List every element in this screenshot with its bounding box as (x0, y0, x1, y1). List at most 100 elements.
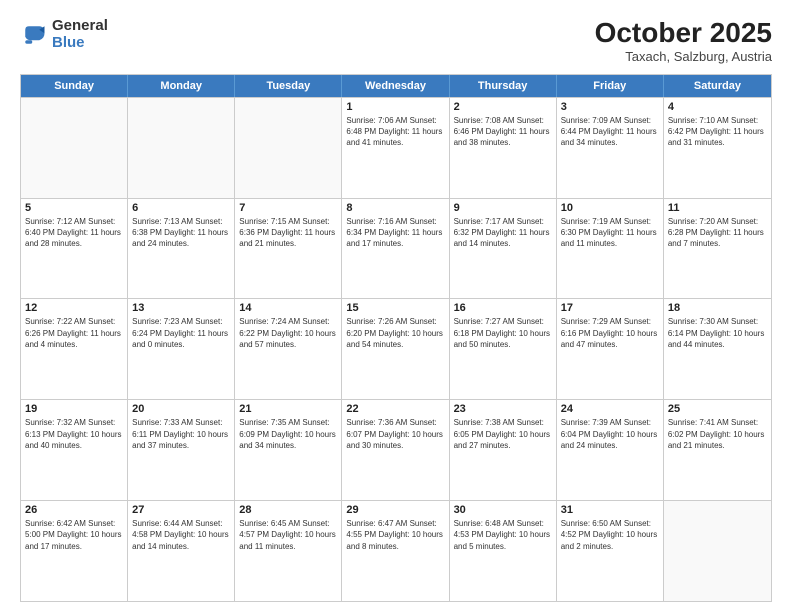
calendar-cell: 9 Sunrise: 7:17 AM Sunset: 6:32 PM Daylig… (450, 199, 557, 299)
calendar-cell (664, 501, 771, 601)
header: General Blue October 2025 Taxach, Salzbu… (20, 18, 772, 64)
day-info: Sunrise: 6:44 AM Sunset: 4:58 PM Dayligh… (132, 518, 230, 552)
calendar-cell: 25 Sunrise: 7:41 AM Sunset: 6:02 PM Dayli… (664, 400, 771, 500)
calendar-cell: 15 Sunrise: 7:26 AM Sunset: 6:20 PM Dayli… (342, 299, 449, 399)
calendar-cell: 12Sunrise: 7:22 AM Sunset: 6:26 PM Dayli… (21, 299, 128, 399)
calendar-cell: 5 Sunrise: 7:12 AM Sunset: 6:40 PM Daylig… (21, 199, 128, 299)
day-info: Sunrise: 7:39 AM Sunset: 6:04 PM Dayligh… (561, 417, 659, 451)
calendar-cell: 22 Sunrise: 7:36 AM Sunset: 6:07 PM Dayli… (342, 400, 449, 500)
calendar: Sunday Monday Tuesday Wednesday Thursday… (20, 74, 772, 602)
day-number: 11 (668, 202, 767, 214)
calendar-cell: 13 Sunrise: 7:23 AM Sunset: 6:24 PM Dayli… (128, 299, 235, 399)
day-number: 8 (346, 202, 444, 214)
day-number: 5 (25, 202, 123, 214)
header-monday: Monday (128, 75, 235, 97)
calendar-row-1: 5 Sunrise: 7:12 AM Sunset: 6:40 PM Daylig… (21, 198, 771, 299)
calendar-cell: 10Sunrise: 7:19 AM Sunset: 6:30 PM Dayli… (557, 199, 664, 299)
day-number: 13 (132, 302, 230, 314)
day-info: Sunrise: 6:50 AM Sunset: 4:52 PM Dayligh… (561, 518, 659, 552)
day-info: Sunrise: 7:41 AM Sunset: 6:02 PM Dayligh… (668, 417, 767, 451)
header-saturday: Saturday (664, 75, 771, 97)
calendar-cell (235, 98, 342, 198)
day-number: 1 (346, 101, 444, 113)
calendar-header: Sunday Monday Tuesday Wednesday Thursday… (21, 75, 771, 97)
title-block: October 2025 Taxach, Salzburg, Austria (595, 18, 772, 64)
day-info: Sunrise: 7:16 AM Sunset: 6:34 PM Dayligh… (346, 216, 444, 250)
calendar-cell: 28 Sunrise: 6:45 AM Sunset: 4:57 PM Dayli… (235, 501, 342, 601)
day-number: 9 (454, 202, 552, 214)
calendar-cell: 16Sunrise: 7:27 AM Sunset: 6:18 PM Dayli… (450, 299, 557, 399)
month-title: October 2025 (595, 18, 772, 49)
calendar-cell: 2Sunrise: 7:08 AM Sunset: 6:46 PM Daylig… (450, 98, 557, 198)
day-info: Sunrise: 6:48 AM Sunset: 4:53 PM Dayligh… (454, 518, 552, 552)
calendar-cell: 6 Sunrise: 7:13 AM Sunset: 6:38 PM Daylig… (128, 199, 235, 299)
calendar-cell: 8 Sunrise: 7:16 AM Sunset: 6:34 PM Daylig… (342, 199, 449, 299)
day-info: Sunrise: 7:12 AM Sunset: 6:40 PM Dayligh… (25, 216, 123, 250)
calendar-row-2: 12Sunrise: 7:22 AM Sunset: 6:26 PM Dayli… (21, 298, 771, 399)
day-number: 17 (561, 302, 659, 314)
calendar-row-3: 19Sunrise: 7:32 AM Sunset: 6:13 PM Dayli… (21, 399, 771, 500)
day-info: Sunrise: 7:29 AM Sunset: 6:16 PM Dayligh… (561, 316, 659, 350)
day-info: Sunrise: 7:13 AM Sunset: 6:38 PM Dayligh… (132, 216, 230, 250)
calendar-cell: 26 Sunrise: 6:42 AM Sunset: 5:00 PM Dayli… (21, 501, 128, 601)
day-info: Sunrise: 7:35 AM Sunset: 6:09 PM Dayligh… (239, 417, 337, 451)
day-number: 18 (668, 302, 767, 314)
calendar-row-0: 1Sunrise: 7:06 AM Sunset: 6:48 PM Daylig… (21, 97, 771, 198)
day-number: 6 (132, 202, 230, 214)
header-sunday: Sunday (21, 75, 128, 97)
day-info: Sunrise: 7:33 AM Sunset: 6:11 PM Dayligh… (132, 417, 230, 451)
day-info: Sunrise: 6:47 AM Sunset: 4:55 PM Dayligh… (346, 518, 444, 552)
header-wednesday: Wednesday (342, 75, 449, 97)
day-number: 21 (239, 403, 337, 415)
header-friday: Friday (557, 75, 664, 97)
day-info: Sunrise: 7:24 AM Sunset: 6:22 PM Dayligh… (239, 316, 337, 350)
page: General Blue October 2025 Taxach, Salzbu… (0, 0, 792, 612)
day-number: 4 (668, 101, 767, 113)
calendar-cell (128, 98, 235, 198)
day-number: 29 (346, 504, 444, 516)
day-info: Sunrise: 6:42 AM Sunset: 5:00 PM Dayligh… (25, 518, 123, 552)
calendar-cell: 11Sunrise: 7:20 AM Sunset: 6:28 PM Dayli… (664, 199, 771, 299)
day-info: Sunrise: 7:26 AM Sunset: 6:20 PM Dayligh… (346, 316, 444, 350)
calendar-cell: 21 Sunrise: 7:35 AM Sunset: 6:09 PM Dayli… (235, 400, 342, 500)
calendar-cell: 24 Sunrise: 7:39 AM Sunset: 6:04 PM Dayli… (557, 400, 664, 500)
day-info: Sunrise: 7:22 AM Sunset: 6:26 PM Dayligh… (25, 316, 123, 350)
calendar-cell: 27 Sunrise: 6:44 AM Sunset: 4:58 PM Dayli… (128, 501, 235, 601)
day-number: 26 (25, 504, 123, 516)
day-number: 15 (346, 302, 444, 314)
calendar-cell: 20 Sunrise: 7:33 AM Sunset: 6:11 PM Dayli… (128, 400, 235, 500)
day-info: Sunrise: 7:17 AM Sunset: 6:32 PM Dayligh… (454, 216, 552, 250)
day-number: 22 (346, 403, 444, 415)
calendar-cell: 1Sunrise: 7:06 AM Sunset: 6:48 PM Daylig… (342, 98, 449, 198)
day-number: 3 (561, 101, 659, 113)
calendar-cell: 30Sunrise: 6:48 AM Sunset: 4:53 PM Dayli… (450, 501, 557, 601)
day-info: Sunrise: 7:38 AM Sunset: 6:05 PM Dayligh… (454, 417, 552, 451)
logo-blue-text: Blue (52, 35, 108, 52)
day-info: Sunrise: 7:08 AM Sunset: 6:46 PM Dayligh… (454, 115, 552, 149)
calendar-cell: 23Sunrise: 7:38 AM Sunset: 6:05 PM Dayli… (450, 400, 557, 500)
day-number: 24 (561, 403, 659, 415)
day-info: Sunrise: 7:23 AM Sunset: 6:24 PM Dayligh… (132, 316, 230, 350)
header-tuesday: Tuesday (235, 75, 342, 97)
day-number: 28 (239, 504, 337, 516)
calendar-cell: 3 Sunrise: 7:09 AM Sunset: 6:44 PM Daylig… (557, 98, 664, 198)
day-info: Sunrise: 7:09 AM Sunset: 6:44 PM Dayligh… (561, 115, 659, 149)
day-info: Sunrise: 7:36 AM Sunset: 6:07 PM Dayligh… (346, 417, 444, 451)
day-info: Sunrise: 7:30 AM Sunset: 6:14 PM Dayligh… (668, 316, 767, 350)
day-number: 27 (132, 504, 230, 516)
day-number: 31 (561, 504, 659, 516)
calendar-cell: 14Sunrise: 7:24 AM Sunset: 6:22 PM Dayli… (235, 299, 342, 399)
day-info: Sunrise: 7:15 AM Sunset: 6:36 PM Dayligh… (239, 216, 337, 250)
logo-general-text: General (52, 18, 108, 35)
logo-icon (20, 21, 48, 49)
day-number: 25 (668, 403, 767, 415)
logo-text: General Blue (52, 18, 108, 51)
day-info: Sunrise: 7:32 AM Sunset: 6:13 PM Dayligh… (25, 417, 123, 451)
calendar-cell: 19Sunrise: 7:32 AM Sunset: 6:13 PM Dayli… (21, 400, 128, 500)
day-info: Sunrise: 7:10 AM Sunset: 6:42 PM Dayligh… (668, 115, 767, 149)
day-number: 20 (132, 403, 230, 415)
calendar-body: 1Sunrise: 7:06 AM Sunset: 6:48 PM Daylig… (21, 97, 771, 601)
day-info: Sunrise: 6:45 AM Sunset: 4:57 PM Dayligh… (239, 518, 337, 552)
day-info: Sunrise: 7:27 AM Sunset: 6:18 PM Dayligh… (454, 316, 552, 350)
logo: General Blue (20, 18, 108, 51)
